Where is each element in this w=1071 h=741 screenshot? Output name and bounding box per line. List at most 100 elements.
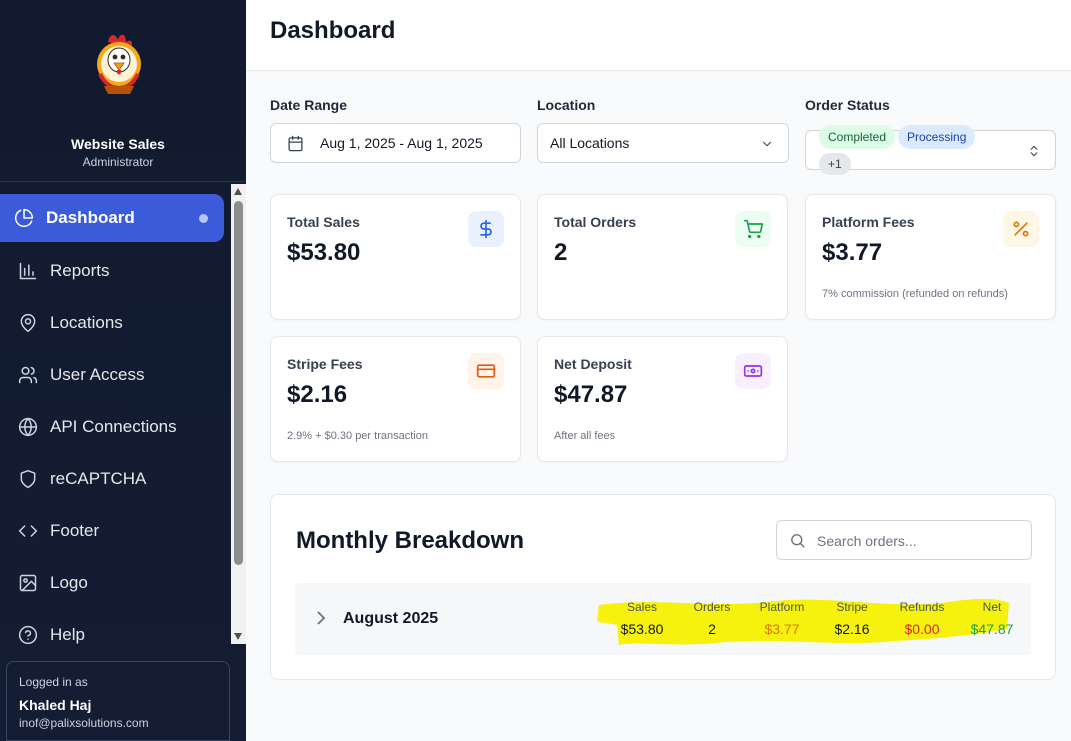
stat-value-stripe: $2.16 (834, 621, 870, 637)
location-label: Location (537, 97, 596, 113)
sidebar: Website Sales Administrator Dashboard Re… (0, 0, 246, 741)
card-value: $47.87 (554, 381, 628, 408)
sidebar-item-label: Dashboard (46, 208, 135, 227)
card-value: $2.16 (287, 381, 348, 408)
sidebar-nav: Dashboard Reports Locations User Access (0, 186, 231, 644)
month-name: August 2025 (343, 610, 439, 627)
main-content: Dashboard Date Range Aug 1, 2025 - Aug 1… (246, 0, 1071, 741)
logged-in-user: Logged in as Khaled Haj inof@palixsoluti… (6, 661, 230, 741)
location-select[interactable]: All Locations (537, 123, 789, 163)
status-chip-completed[interactable]: Completed (819, 125, 896, 149)
page-title: Dashboard (270, 17, 396, 44)
code-icon (18, 521, 38, 541)
scroll-down-arrow-icon[interactable] (234, 633, 242, 640)
stat-value-refunds: $0.00 (904, 621, 940, 637)
dollar-icon (468, 211, 504, 247)
stat-header-refunds: Refunds (899, 600, 945, 614)
search-orders[interactable] (776, 520, 1032, 560)
location-value: All Locations (550, 135, 630, 151)
sidebar-item-label: reCAPTCHA (50, 469, 147, 488)
active-indicator-dot (199, 214, 208, 223)
total-sales-card: Total Sales $53.80 (270, 194, 521, 320)
sidebar-item-logo[interactable]: Logo (0, 559, 224, 607)
stat-value-orders: 2 (708, 621, 716, 637)
users-icon (18, 365, 38, 385)
card-label: Stripe Fees (287, 356, 363, 372)
sidebar-item-user-access[interactable]: User Access (0, 351, 224, 399)
sidebar-item-label: Reports (50, 261, 110, 280)
monthly-breakdown-panel: Monthly Breakdown August 2025 Sales $53.… (270, 494, 1056, 680)
user-name: Khaled Haj (19, 697, 92, 713)
credit-card-icon (468, 353, 504, 389)
stat-header-stripe: Stripe (836, 600, 868, 614)
sidebar-item-reports[interactable]: Reports (0, 247, 224, 295)
stat-value-net: $47.87 (970, 621, 1014, 637)
month-row[interactable]: August 2025 Sales $53.80 Orders 2 Platfo… (295, 583, 1031, 655)
stat-header-platform: Platform (759, 600, 805, 614)
chevron-down-icon (762, 141, 772, 147)
chevron-right-icon[interactable] (315, 611, 327, 625)
search-icon (791, 534, 805, 548)
pie-chart-icon (14, 208, 34, 228)
sidebar-item-label: Help (50, 625, 85, 644)
sidebar-item-locations[interactable]: Locations (0, 299, 224, 347)
calendar-icon (288, 135, 303, 151)
globe-icon (18, 417, 38, 437)
sidebar-item-footer[interactable]: Footer (0, 507, 224, 555)
search-input[interactable] (817, 529, 1017, 553)
cart-icon (735, 211, 771, 247)
card-note: 2.9% + $0.30 per transaction (287, 430, 428, 442)
percent-icon (1003, 211, 1039, 247)
scroll-thumb[interactable] (234, 201, 243, 565)
total-orders-card: Total Orders 2 (537, 194, 788, 320)
sidebar-item-label: Footer (50, 521, 100, 540)
card-label: Total Orders (554, 214, 637, 230)
image-icon (18, 573, 38, 593)
brand-header: Website Sales Administrator (0, 0, 246, 182)
user-caption: Logged in as (19, 675, 88, 689)
sidebar-item-recaptcha[interactable]: reCAPTCHA (0, 455, 224, 503)
status-chip-more[interactable]: +1 (819, 153, 851, 175)
date-range-label: Date Range (270, 97, 348, 113)
card-note: After all fees (554, 430, 616, 442)
card-value: $3.77 (822, 239, 883, 266)
status-chip-processing[interactable]: Processing (898, 125, 976, 149)
stat-header-orders: Orders (693, 600, 731, 614)
card-label: Total Sales (287, 214, 360, 230)
chevron-up-down-icon (1030, 145, 1038, 157)
net-deposit-card: Net Deposit $47.87 After all fees (537, 336, 788, 462)
scroll-up-arrow-icon[interactable] (234, 188, 242, 195)
stat-header-sales: Sales (626, 600, 658, 614)
help-circle-icon (18, 625, 38, 644)
date-range-picker[interactable]: Aug 1, 2025 - Aug 1, 2025 (270, 123, 521, 163)
sidebar-item-label: API Connections (50, 417, 177, 436)
order-status-label: Order Status (805, 97, 890, 113)
banknote-icon (735, 353, 771, 389)
card-note: 7% commission (refunded on refunds) (822, 288, 1008, 300)
sidebar-item-help[interactable]: Help (0, 611, 224, 644)
card-value: $53.80 (287, 239, 361, 266)
card-value: 2 (554, 239, 568, 266)
map-pin-icon (18, 313, 38, 333)
top-bar: Dashboard (246, 0, 1071, 71)
brand-name: Website Sales (71, 136, 165, 152)
sidebar-item-label: Locations (50, 313, 123, 332)
platform-fees-card: Platform Fees $3.77 7% commission (refun… (805, 194, 1056, 320)
card-label: Net Deposit (554, 356, 632, 372)
user-email: inof@palixsolutions.com (19, 716, 149, 730)
sidebar-item-label: User Access (50, 365, 145, 384)
sidebar-item-dashboard[interactable]: Dashboard (0, 194, 224, 242)
card-label: Platform Fees (822, 214, 915, 230)
shield-icon (18, 469, 38, 489)
stat-header-net: Net (982, 600, 1002, 614)
bar-chart-icon (18, 261, 38, 281)
sidebar-item-label: Logo (50, 573, 88, 592)
stat-value-platform: $3.77 (764, 621, 800, 637)
sidebar-item-api-connections[interactable]: API Connections (0, 403, 224, 451)
stripe-fees-card: Stripe Fees $2.16 2.9% + $0.30 per trans… (270, 336, 521, 462)
stat-value-sales: $53.80 (620, 621, 664, 637)
breakdown-title: Monthly Breakdown (296, 527, 525, 554)
sidebar-scrollbar[interactable] (231, 184, 246, 644)
date-range-value: Aug 1, 2025 - Aug 1, 2025 (320, 135, 483, 151)
brand-role: Administrator (82, 155, 154, 169)
